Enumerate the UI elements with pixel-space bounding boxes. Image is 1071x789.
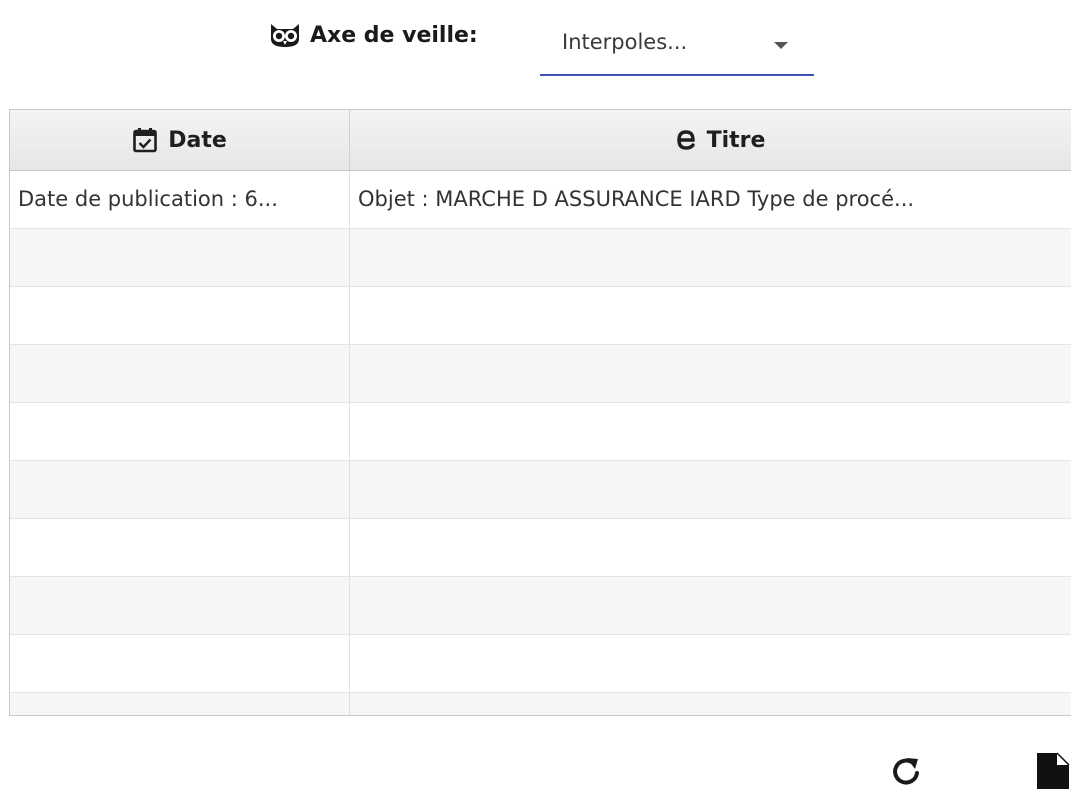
titre-cell (350, 577, 1071, 634)
date-cell (10, 345, 350, 402)
titre-cell: Objet : MARCHE D ASSURANCE IARD Type de … (358, 187, 915, 211)
results-table: Date Titre Date de publication : 6... Ob… (9, 109, 1071, 716)
table-header: Date Titre (10, 110, 1071, 171)
calendar-check-icon (133, 128, 158, 153)
column-header-titre-label: Titre (706, 127, 766, 153)
table-row[interactable] (10, 635, 1071, 693)
titre-cell (350, 287, 1071, 344)
date-cell (10, 635, 350, 692)
refresh-button[interactable] (889, 755, 923, 789)
table-row[interactable]: Date de publication : 6... Objet : MARCH… (10, 171, 1071, 229)
table-row[interactable] (10, 519, 1071, 577)
table-body: Date de publication : 6... Objet : MARCH… (10, 171, 1071, 715)
filter-label: Axe de veille: (268, 19, 478, 51)
edge-e-icon (676, 130, 695, 150)
column-header-date-label: Date (168, 127, 227, 153)
chevron-down-icon (774, 42, 788, 49)
select-value: Interpoles... (562, 30, 688, 54)
titre-cell (350, 461, 1071, 518)
column-header-date[interactable]: Date (10, 110, 350, 170)
date-cell (10, 403, 350, 460)
refresh-icon (893, 758, 919, 785)
filter-label-text: Axe de veille: (310, 22, 478, 48)
titre-cell (350, 635, 1071, 692)
date-cell (10, 229, 350, 286)
date-cell (10, 461, 350, 518)
table-row[interactable] (10, 403, 1071, 461)
titre-cell (350, 403, 1071, 460)
table-row[interactable] (10, 345, 1071, 403)
titre-cell (350, 693, 1071, 715)
table-row[interactable] (10, 229, 1071, 287)
titre-cell (350, 345, 1071, 402)
axe-de-veille-select[interactable]: Interpoles... (540, 22, 814, 76)
table-row[interactable] (10, 461, 1071, 519)
table-row[interactable] (10, 287, 1071, 345)
date-cell (10, 577, 350, 634)
date-cell: Date de publication : 6... (10, 171, 350, 228)
owl-icon (271, 24, 299, 47)
titre-cell (350, 519, 1071, 576)
date-cell (10, 287, 350, 344)
table-row[interactable] (10, 577, 1071, 635)
date-cell (10, 693, 350, 715)
document-icon (1037, 752, 1070, 789)
titre-cell (350, 229, 1071, 286)
table-row[interactable] (10, 693, 1071, 715)
page: Axe de veille: Interpoles... Date Titre … (0, 0, 1071, 789)
column-header-titre[interactable]: Titre (350, 110, 1071, 170)
export-document-button[interactable] (1034, 751, 1070, 789)
date-cell (10, 519, 350, 576)
